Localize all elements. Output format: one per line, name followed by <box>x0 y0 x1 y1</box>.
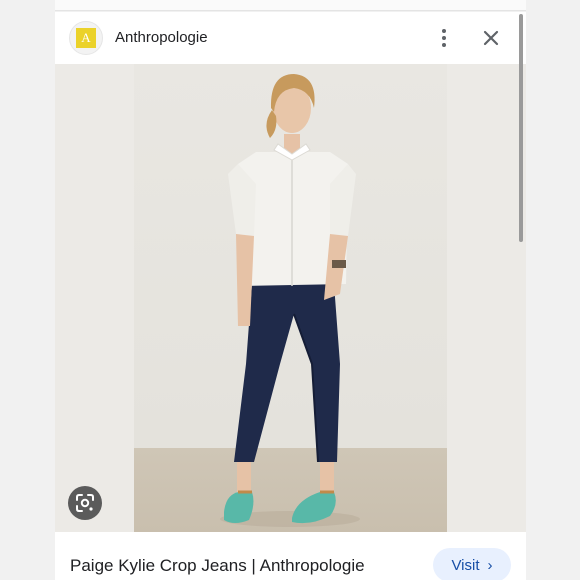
source-header: A Anthropologie <box>55 12 526 64</box>
site-favicon[interactable]: A <box>69 21 103 55</box>
more-vert-icon[interactable] <box>435 26 453 50</box>
chevron-right-icon: › <box>487 556 493 574</box>
product-photo[interactable] <box>134 64 447 532</box>
anthropologie-logo-icon: A <box>76 28 96 48</box>
scrollbar[interactable] <box>519 14 523 242</box>
previous-card-edge <box>55 0 526 11</box>
visit-label: Visit <box>451 556 480 574</box>
product-title[interactable]: Paige Kylie Crop Jeans | Anthropologie <box>70 556 365 576</box>
visit-button[interactable]: Visit › <box>433 548 511 580</box>
close-icon[interactable] <box>479 26 503 50</box>
model-illustration <box>220 74 360 527</box>
result-footer: Paige Kylie Crop Jeans | Anthropologie V… <box>55 532 526 580</box>
image-preview-card: A Anthropologie Paige Kylie Crop Jeans |… <box>55 12 526 580</box>
google-lens-icon <box>76 494 94 512</box>
image-area <box>55 64 526 532</box>
site-name[interactable]: Anthropologie <box>115 29 208 46</box>
google-lens-button[interactable] <box>68 486 102 520</box>
image-viewer-page: A Anthropologie Paige Kylie Crop Jeans |… <box>0 0 580 580</box>
